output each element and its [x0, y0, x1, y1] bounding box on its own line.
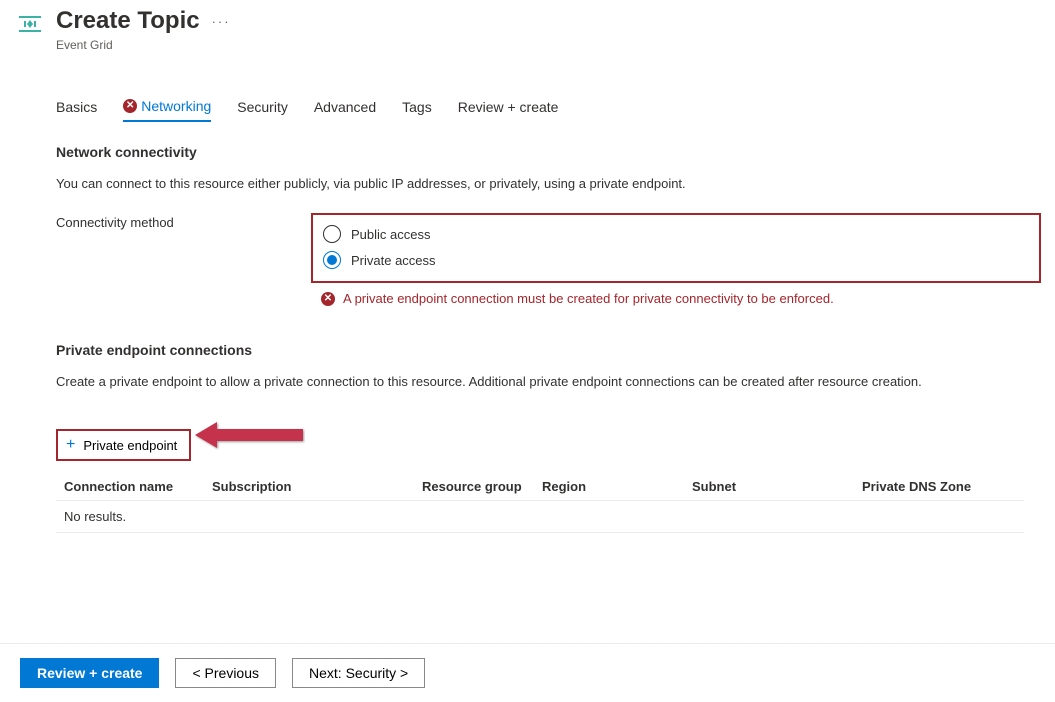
col-subnet: Subnet — [684, 471, 854, 501]
add-private-endpoint-label: Private endpoint — [83, 438, 177, 453]
radio-public-access[interactable]: Public access — [323, 221, 1029, 247]
connectivity-method-label: Connectivity method — [56, 213, 311, 230]
page-subtitle: Event Grid — [56, 38, 200, 52]
network-connectivity-description: You can connect to this resource either … — [56, 176, 1055, 191]
radio-icon — [323, 225, 341, 243]
tab-review[interactable]: Review + create — [458, 98, 559, 122]
radio-private-label: Private access — [351, 253, 436, 268]
table-row: No results. — [56, 501, 1024, 533]
next-button[interactable]: Next: Security > — [292, 658, 425, 688]
validation-error: ✕ A private endpoint connection must be … — [311, 291, 1055, 306]
tab-tags[interactable]: Tags — [402, 98, 432, 122]
event-grid-topic-icon — [18, 12, 42, 36]
tab-networking[interactable]: ✕ Networking — [123, 98, 211, 122]
error-icon: ✕ — [123, 99, 137, 113]
col-subscription: Subscription — [204, 471, 414, 501]
more-actions-icon[interactable]: ··· — [212, 14, 231, 29]
validation-error-text: A private endpoint connection must be cr… — [343, 291, 834, 306]
private-endpoint-heading: Private endpoint connections — [56, 342, 1055, 358]
connectivity-method-radiogroup: Public access Private access — [311, 213, 1041, 283]
network-connectivity-heading: Network connectivity — [56, 144, 1055, 160]
radio-private-access[interactable]: Private access — [323, 247, 1029, 273]
tab-networking-label: Networking — [141, 98, 211, 114]
plus-icon: + — [66, 437, 75, 453]
col-resource-group: Resource group — [414, 471, 534, 501]
review-create-button[interactable]: Review + create — [20, 658, 159, 688]
wizard-footer: Review + create < Previous Next: Securit… — [0, 643, 1055, 702]
wizard-tabs: Basics ✕ Networking Security Advanced Ta… — [56, 98, 1055, 122]
radio-icon — [323, 251, 341, 269]
previous-button[interactable]: < Previous — [175, 658, 276, 688]
empty-state-text: No results. — [56, 501, 1024, 533]
error-icon: ✕ — [321, 292, 335, 306]
private-endpoint-description: Create a private endpoint to allow a pri… — [56, 374, 1055, 389]
tab-security[interactable]: Security — [237, 98, 288, 122]
add-private-endpoint-button[interactable]: + Private endpoint — [56, 429, 191, 461]
tab-basics[interactable]: Basics — [56, 98, 97, 122]
col-region: Region — [534, 471, 684, 501]
tab-advanced[interactable]: Advanced — [314, 98, 376, 122]
page-title: Create Topic — [56, 6, 200, 36]
private-endpoint-table: Connection name Subscription Resource gr… — [56, 471, 1024, 533]
radio-public-label: Public access — [351, 227, 430, 242]
col-connection-name: Connection name — [56, 471, 204, 501]
col-private-dns-zone: Private DNS Zone — [854, 471, 1024, 501]
